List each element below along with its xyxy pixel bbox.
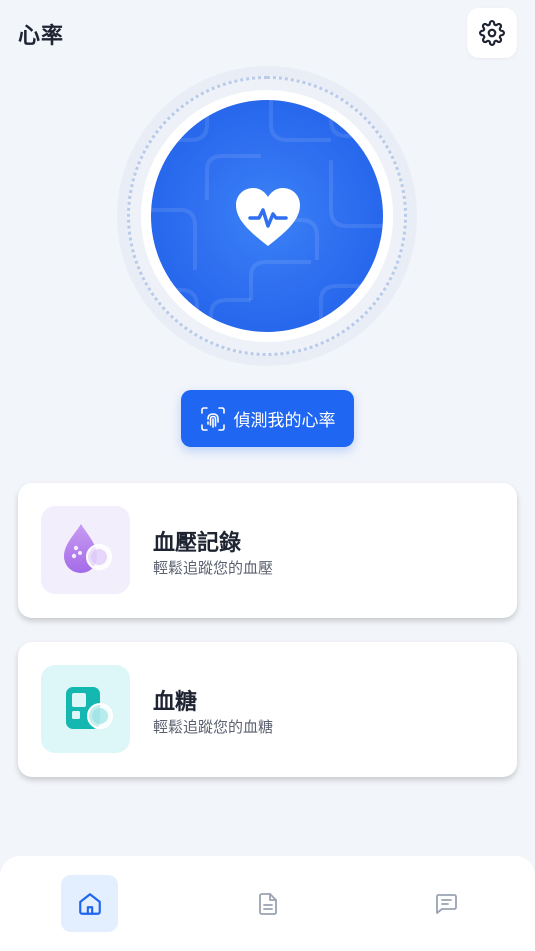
glucose-meter-icon <box>66 687 113 729</box>
page-title: 心率 <box>18 24 65 49</box>
settings-button[interactable] <box>467 8 517 58</box>
blood-sugar-title: 血糖 <box>153 690 198 715</box>
blood-sugar-card[interactable]: 血糖 輕鬆追蹤您的血糖 <box>18 642 517 777</box>
blood-pressure-title: 血壓記錄 <box>153 531 242 556</box>
home-icon <box>78 892 101 915</box>
message-icon <box>435 893 457 914</box>
blood-pressure-icon-box <box>41 506 130 594</box>
gear-icon <box>479 20 505 46</box>
bottom-navigation <box>0 856 535 951</box>
blood-sugar-subtitle: 輕鬆追蹤您的血糖 <box>153 718 274 736</box>
blood-drop-icon <box>64 524 112 573</box>
heart-pulse-icon <box>236 188 300 246</box>
nav-home[interactable] <box>61 875 118 932</box>
fingerprint-scan-icon <box>200 406 225 431</box>
nav-messages[interactable] <box>417 875 474 932</box>
blood-sugar-icon-box <box>41 665 130 753</box>
heart-rate-circle[interactable] <box>151 100 383 332</box>
nav-records[interactable] <box>239 875 296 932</box>
blood-pressure-card[interactable]: 血壓記錄 輕鬆追蹤您的血壓 <box>18 483 517 618</box>
blood-pressure-subtitle: 輕鬆追蹤您的血壓 <box>153 559 274 577</box>
heart-rate-screen: 心率 偵測我的心率 血壓記錄 輕鬆追蹤您的血壓 血糖 輕鬆追蹤您的血糖 <box>0 0 535 951</box>
document-icon <box>258 892 277 915</box>
detect-button-label: 偵測我的心率 <box>233 411 336 431</box>
detect-heart-rate-button[interactable]: 偵測我的心率 <box>181 390 354 447</box>
